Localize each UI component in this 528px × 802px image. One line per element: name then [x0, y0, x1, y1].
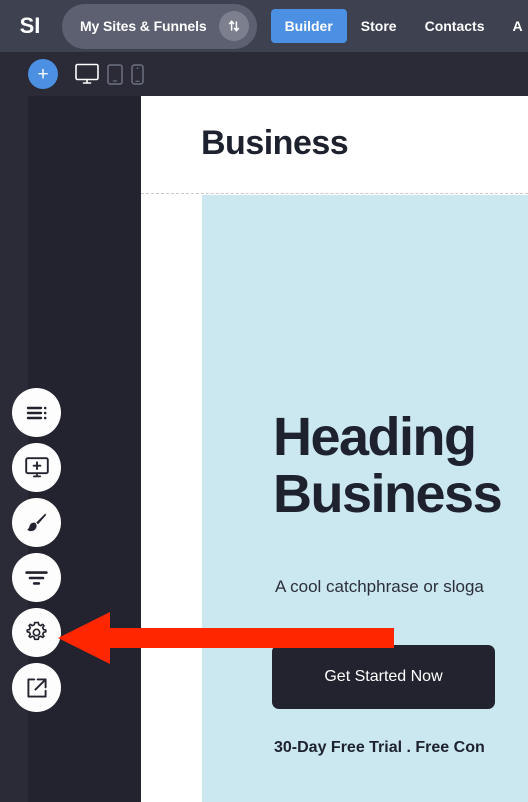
- sidebar-item-design[interactable]: [12, 498, 61, 547]
- nav-item-truncated[interactable]: A: [499, 9, 523, 43]
- top-navigation-bar: SI My Sites & Funnels Builder Store Cont…: [0, 0, 528, 52]
- external-link-icon: [26, 677, 48, 699]
- filter-align-icon: [25, 570, 48, 586]
- hero-footnote: 30-Day Free Trial . Free Con: [274, 739, 485, 756]
- tablet-icon[interactable]: [107, 63, 123, 85]
- red-pointer-arrow: [58, 607, 398, 669]
- page-canvas[interactable]: Business Heading Business A cool catchph…: [141, 96, 528, 802]
- device-preview-switcher: [75, 63, 144, 85]
- mobile-icon[interactable]: [131, 63, 144, 85]
- sort-updown-icon: [218, 11, 249, 41]
- hero-heading-line-2: Business: [273, 464, 503, 524]
- hero-subheading: A cool catchphrase or sloga: [275, 577, 484, 596]
- sidebar-item-filter[interactable]: [12, 553, 61, 602]
- gear-settings-icon: [25, 621, 48, 644]
- hero-heading: Heading Business: [273, 407, 503, 524]
- hero-heading-line-1: Heading: [273, 407, 477, 467]
- page-header-section[interactable]: Business: [141, 96, 528, 194]
- add-section-icon: [24, 457, 49, 478]
- desktop-icon[interactable]: [75, 63, 99, 85]
- sidebar-item-settings[interactable]: [12, 608, 61, 657]
- add-element-button[interactable]: +: [28, 59, 58, 89]
- layers-list-icon: [26, 405, 48, 421]
- paint-brush-icon: [25, 511, 48, 534]
- sidebar-item-layers[interactable]: [12, 388, 61, 437]
- nav-item-contacts[interactable]: Contacts: [411, 9, 499, 43]
- nav-item-builder[interactable]: Builder: [270, 9, 347, 43]
- nav-item-store[interactable]: Store: [347, 9, 411, 43]
- app-logo[interactable]: SI: [0, 13, 60, 39]
- sites-switcher-label: My Sites & Funnels: [80, 18, 207, 34]
- device-toolbar: +: [0, 52, 528, 96]
- get-started-button-label: Get Started Now: [324, 668, 443, 685]
- sidebar-item-add-section[interactable]: [12, 443, 61, 492]
- page-title: Business: [201, 124, 349, 162]
- hero-section[interactable]: Heading Business A cool catchphrase or s…: [202, 195, 528, 802]
- my-sites-and-funnels-switcher[interactable]: My Sites & Funnels: [62, 3, 257, 49]
- sidebar-tool-stack: [12, 388, 62, 718]
- app-root: SI My Sites & Funnels Builder Store Cont…: [0, 0, 528, 802]
- primary-nav: Builder Store Contacts A: [270, 0, 523, 52]
- sidebar-item-preview[interactable]: [12, 663, 61, 712]
